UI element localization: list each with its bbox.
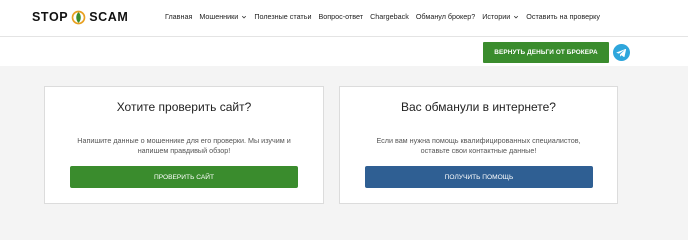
telegram-icon[interactable] [613, 44, 630, 61]
chevron-down-icon [514, 15, 519, 18]
nav-item-label: Chargeback [370, 12, 409, 21]
nav-item-label: Мошенники [199, 12, 239, 21]
nav-item-articles[interactable]: Полезные статьи [254, 12, 311, 21]
nav-item-submit[interactable]: Оставить на проверку [526, 12, 600, 21]
card-title: Хотите проверить сайт? [116, 100, 252, 114]
get-help-card: Вас обманули в интернете? Если вам нужна… [339, 86, 618, 204]
nav-item-broker[interactable]: Обманул брокер? [416, 12, 475, 21]
nav-item-stories[interactable]: Истории [482, 12, 519, 21]
logo-text-stop: STOP [32, 10, 69, 24]
nav-item-label: Истории [482, 12, 511, 21]
check-site-card: Хотите проверить сайт? Напишите данные о… [44, 86, 324, 204]
logo-icon [71, 10, 86, 24]
nav-item-scammers[interactable]: Мошенники [199, 12, 247, 21]
card-description: Если вам нужна помощь квалифицированных … [376, 136, 581, 155]
refund-broker-button[interactable]: ВЕРНУТЬ ДЕНЬГИ ОТ БРОКЕРА [483, 42, 609, 63]
get-help-button[interactable]: ПОЛУЧИТЬ ПОМОЩЬ [365, 166, 593, 188]
nav-item-label: Полезные статьи [254, 12, 312, 21]
card-description: Напишите данные о мошеннике для его пров… [77, 136, 291, 155]
site-header: STOP SCAM Главная Мошенники Полезные ста… [0, 0, 688, 37]
chevron-down-icon [242, 15, 247, 18]
check-site-button[interactable]: ПРОВЕРИТЬ САЙТ [70, 166, 298, 188]
logo-text-scam: SCAM [89, 10, 129, 24]
nav-item-label: Вопрос-ответ [318, 12, 364, 21]
nav-item-faq[interactable]: Вопрос-ответ [318, 12, 363, 21]
nav-item-label: Главная [165, 12, 193, 21]
nav-item-home[interactable]: Главная [165, 12, 192, 21]
nav-item-label: Обманул брокер? [415, 12, 476, 21]
main-nav: Главная Мошенники Полезные статьи Вопрос… [165, 12, 607, 21]
site-logo[interactable]: STOP SCAM [32, 9, 128, 25]
card-title: Вас обманули в интернете? [401, 100, 556, 114]
nav-item-label: Оставить на проверку [526, 12, 600, 21]
nav-item-chargeback[interactable]: Chargeback [370, 12, 409, 21]
